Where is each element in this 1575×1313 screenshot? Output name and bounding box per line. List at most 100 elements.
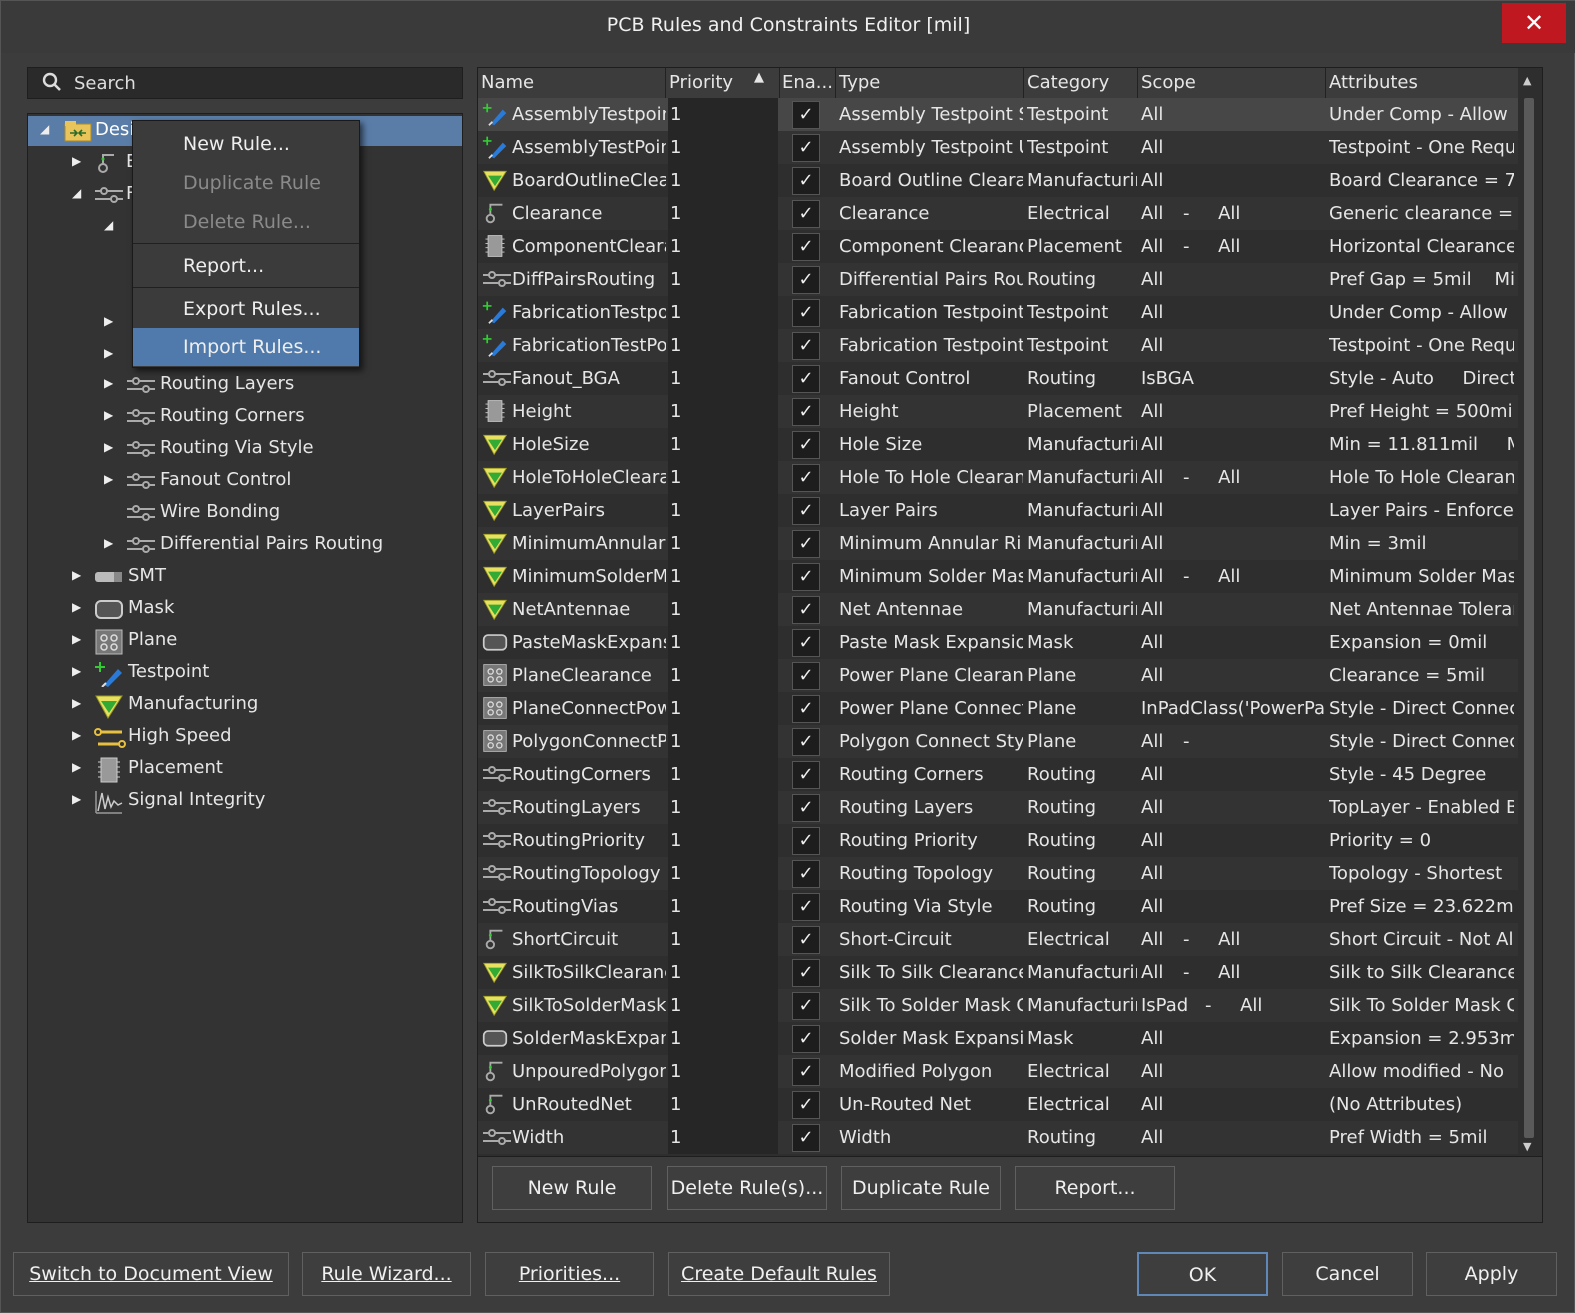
table-row[interactable]: SilkToSilkClearanc 1 ✓ Silk To Silk Clearan…: [478, 956, 1518, 989]
rule-wizard-button[interactable]: Rule Wizard...: [302, 1252, 471, 1296]
expand-icon[interactable]: ▶: [72, 600, 81, 614]
enabled-checkbox[interactable]: ✓: [792, 1091, 820, 1119]
enabled-checkbox[interactable]: ✓: [792, 596, 820, 624]
table-row[interactable]: FabricationTestPoi 1 ✓ Fabrication Testpoin…: [478, 329, 1518, 362]
enabled-checkbox[interactable]: ✓: [792, 695, 820, 723]
table-row[interactable]: AssemblyTestpoint 1 ✓ Assembly Testpoint St…: [478, 98, 1518, 131]
table-row[interactable]: LayerPairs 1 ✓ Layer Pairs Manufacturir All La…: [478, 494, 1518, 527]
enabled-checkbox[interactable]: ✓: [792, 728, 820, 756]
tree-item-plane[interactable]: ▶ Plane: [28, 626, 462, 656]
enabled-checkbox[interactable]: ✓: [792, 794, 820, 822]
expand-icon[interactable]: ▶: [72, 664, 81, 678]
table-row[interactable]: HoleSize 1 ✓ Hole Size Manufacturir All Min = …: [478, 428, 1518, 461]
table-row[interactable]: RoutingCorners 1 ✓ Routing Corners Routing Al…: [478, 758, 1518, 791]
column-header-category[interactable]: Category: [1027, 72, 1109, 93]
expand-icon[interactable]: ▶: [104, 346, 113, 360]
enabled-checkbox[interactable]: ✓: [792, 332, 820, 360]
table-row[interactable]: UnRoutedNet 1 ✓ Un-Routed Net Electrical All (…: [478, 1088, 1518, 1121]
tree-item-wire-bonding[interactable]: Wire Bonding: [28, 498, 462, 528]
enabled-checkbox[interactable]: ✓: [792, 431, 820, 459]
expand-icon[interactable]: ▶: [72, 696, 81, 710]
tree-item-fanout-control[interactable]: ▶ Fanout Control: [28, 466, 462, 496]
switch-to-document-view-button[interactable]: Switch to Document View: [13, 1252, 289, 1296]
table-row[interactable]: RoutingTopology 1 ✓ Routing Topology Routing…: [478, 857, 1518, 890]
enabled-checkbox[interactable]: ✓: [792, 926, 820, 954]
enabled-checkbox[interactable]: ✓: [792, 299, 820, 327]
table-row[interactable]: MinimumSolderMa 1 ✓ Minimum Solder Mask Manu…: [478, 560, 1518, 593]
create-default-rules-button[interactable]: Create Default Rules: [668, 1252, 890, 1296]
table-row[interactable]: MinimumAnnularF 1 ✓ Minimum Annular Rin Manu…: [478, 527, 1518, 560]
table-row[interactable]: HoleToHoleCleara 1 ✓ Hole To Hole Clearanc M…: [478, 461, 1518, 494]
table-row[interactable]: FabricationTestpoi 1 ✓ Fabrication Testpoin…: [478, 296, 1518, 329]
menu-item-new-rule[interactable]: New Rule...: [133, 125, 359, 163]
table-row[interactable]: PlaneConnectPow 1 ✓ Power Plane Connect Plan…: [478, 692, 1518, 725]
tree-item-routing-via-style[interactable]: ▶ Routing Via Style: [28, 434, 462, 464]
tree-item-routing-layers[interactable]: ▶ Routing Layers: [28, 370, 462, 400]
search-box[interactable]: Search: [27, 67, 463, 99]
enabled-checkbox[interactable]: ✓: [792, 530, 820, 558]
tree-item-smt[interactable]: ▶ SMT: [28, 562, 462, 592]
cancel-button[interactable]: Cancel: [1282, 1252, 1413, 1296]
menu-item-import-rules[interactable]: Import Rules...: [133, 328, 359, 366]
table-row[interactable]: PlaneClearance 1 ✓ Power Plane Clearanc Plan…: [478, 659, 1518, 692]
enabled-checkbox[interactable]: ✓: [792, 101, 820, 129]
column-header-priority[interactable]: Priority: [669, 72, 733, 93]
tree-item-manufacturing[interactable]: ▶ Manufacturing: [28, 690, 462, 720]
tree-item-routing-corners[interactable]: ▶ Routing Corners: [28, 402, 462, 432]
enabled-checkbox[interactable]: ✓: [792, 992, 820, 1020]
table-row[interactable]: DiffPairsRouting 1 ✓ Differential Pairs Rou…: [478, 263, 1518, 296]
enabled-checkbox[interactable]: ✓: [792, 563, 820, 591]
table-row[interactable]: Height 1 ✓ Height Placement All Pref Height = …: [478, 395, 1518, 428]
enabled-checkbox[interactable]: ✓: [792, 860, 820, 888]
new-rule-button[interactable]: New Rule: [492, 1166, 652, 1210]
expand-icon[interactable]: ▶: [104, 440, 113, 454]
scrollbar-thumb[interactable]: [1524, 98, 1534, 1138]
expand-icon[interactable]: ▶: [72, 792, 81, 806]
table-row[interactable]: UnpouredPolygon 1 ✓ Modified Polygon Electri…: [478, 1055, 1518, 1088]
expand-icon[interactable]: ▶: [72, 154, 81, 168]
column-header-enabled[interactable]: Ena...: [782, 72, 833, 93]
table-row[interactable]: Fanout_BGA 1 ✓ Fanout Control Routing IsBGA St…: [478, 362, 1518, 395]
table-row[interactable]: AssemblyTestPoint 1 ✓ Assembly Testpoint Us…: [478, 131, 1518, 164]
tree-item-testpoint[interactable]: ▶ Testpoint: [28, 658, 462, 688]
enabled-checkbox[interactable]: ✓: [792, 761, 820, 789]
search-input[interactable]: Search: [74, 73, 136, 94]
enabled-checkbox[interactable]: ✓: [792, 1025, 820, 1053]
priorities-button[interactable]: Priorities...: [485, 1252, 654, 1296]
table-row[interactable]: ShortCircuit 1 ✓ Short-Circuit Electrical All…: [478, 923, 1518, 956]
column-header-attributes[interactable]: Attributes: [1329, 72, 1418, 93]
delete-rules-button[interactable]: Delete Rule(s)...: [667, 1166, 827, 1210]
vertical-scrollbar[interactable]: ▲ ▼: [1518, 68, 1542, 1156]
tree-item-mask[interactable]: ▶ Mask: [28, 594, 462, 624]
collapse-icon[interactable]: ◢: [40, 122, 49, 136]
column-header-type[interactable]: Type: [839, 72, 880, 93]
enabled-checkbox[interactable]: ✓: [792, 1124, 820, 1152]
table-row[interactable]: NetAntennae 1 ✓ Net Antennae Manufacturir All…: [478, 593, 1518, 626]
table-row[interactable]: BoardOutlineClear 1 ✓ Board Outline Clearan…: [478, 164, 1518, 197]
table-row[interactable]: PasteMaskExpansi 1 ✓ Paste Mask Expansion Ma…: [478, 626, 1518, 659]
table-row[interactable]: SolderMaskExpans 1 ✓ Solder Mask Expansio Ma…: [478, 1022, 1518, 1055]
scroll-down-icon[interactable]: ▼: [1523, 1140, 1531, 1153]
enabled-checkbox[interactable]: ✓: [792, 497, 820, 525]
enabled-checkbox[interactable]: ✓: [792, 827, 820, 855]
column-header-scope[interactable]: Scope: [1141, 72, 1196, 93]
enabled-checkbox[interactable]: ✓: [792, 200, 820, 228]
enabled-checkbox[interactable]: ✓: [792, 662, 820, 690]
enabled-checkbox[interactable]: ✓: [792, 464, 820, 492]
tree-item-signal-integrity[interactable]: ▶ Signal Integrity: [28, 786, 462, 816]
duplicate-rule-button[interactable]: Duplicate Rule: [841, 1166, 1001, 1210]
enabled-checkbox[interactable]: ✓: [792, 893, 820, 921]
expand-icon[interactable]: ▶: [104, 376, 113, 390]
enabled-checkbox[interactable]: ✓: [792, 134, 820, 162]
menu-item-export-rules[interactable]: Export Rules...: [133, 290, 359, 328]
close-button[interactable]: ✕: [1502, 3, 1566, 43]
table-row[interactable]: RoutingPriority 1 ✓ Routing Priority Routing…: [478, 824, 1518, 857]
expand-icon[interactable]: ▶: [104, 314, 113, 328]
menu-item-report[interactable]: Report...: [133, 247, 359, 285]
report-button[interactable]: Report...: [1015, 1166, 1175, 1210]
expand-icon[interactable]: ▶: [72, 728, 81, 742]
column-header-name[interactable]: Name: [481, 72, 534, 93]
table-row[interactable]: PolygonConnectP 1 ✓ Polygon Connect Style Pl…: [478, 725, 1518, 758]
enabled-checkbox[interactable]: ✓: [792, 365, 820, 393]
enabled-checkbox[interactable]: ✓: [792, 398, 820, 426]
